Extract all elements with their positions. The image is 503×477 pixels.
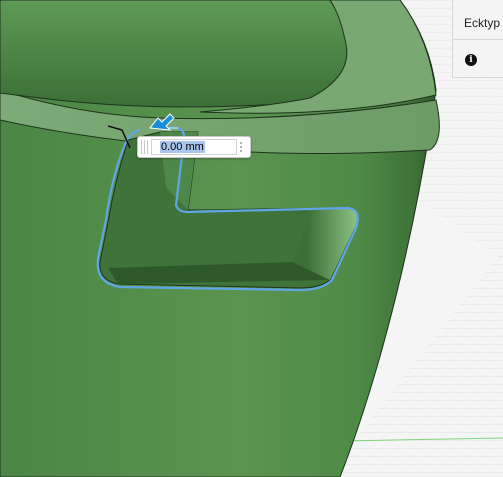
dimension-value-input[interactable]: 0.00 mm — [151, 139, 237, 155]
info-row: i — [453, 40, 503, 78]
dimension-input-box: 0.00 mm — [137, 136, 251, 158]
info-icon[interactable]: i — [465, 54, 477, 66]
drag-handle-icon[interactable] — [141, 140, 149, 154]
corner-type-label: Ecktyp — [453, 0, 503, 40]
dimension-value-text: 0.00 mm — [160, 141, 205, 153]
properties-panel: Ecktyp i — [452, 0, 503, 78]
3d-viewport[interactable] — [0, 0, 503, 477]
vertical-dots-icon[interactable] — [238, 140, 244, 154]
